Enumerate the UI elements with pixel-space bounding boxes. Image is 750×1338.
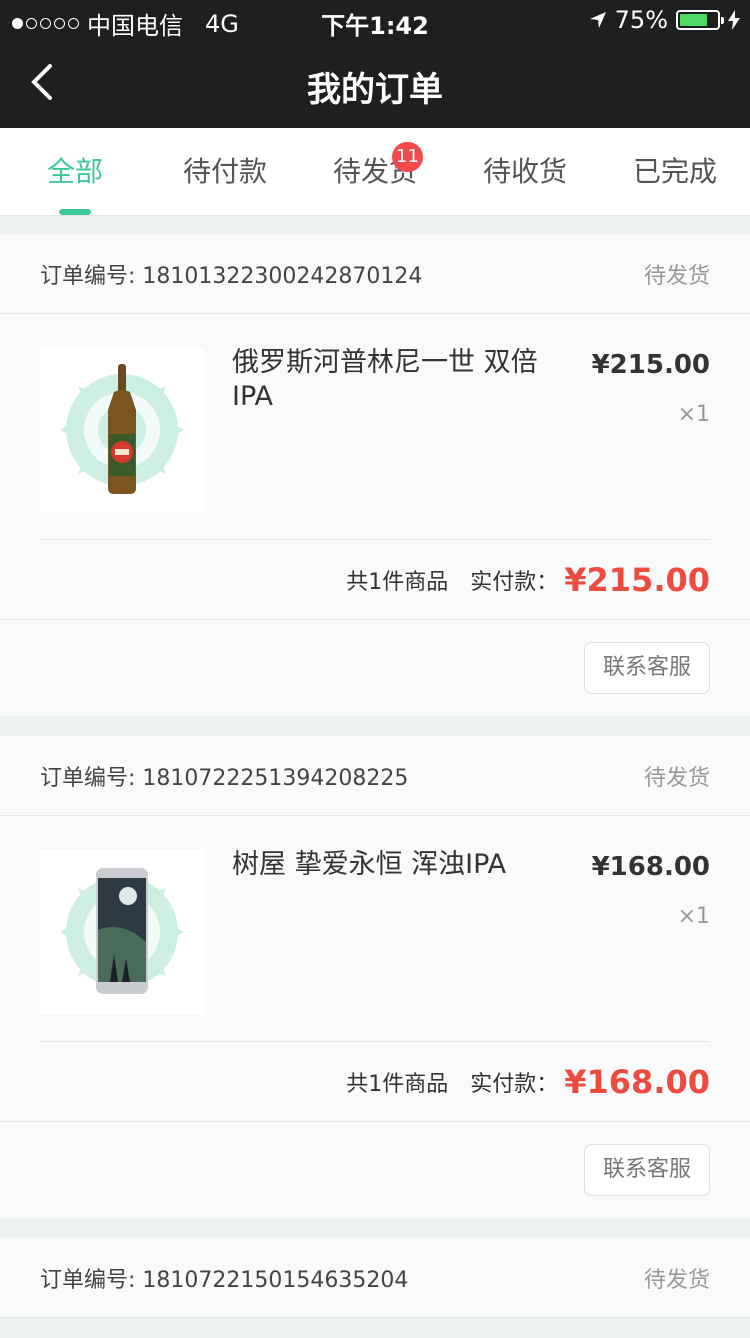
charging-bolt-icon: [728, 10, 740, 30]
page-title: 我的订单: [307, 70, 443, 110]
tab-label: 全部: [46, 155, 103, 188]
order-number: 订单编号: 18101322300242870124: [40, 263, 423, 289]
order-status: 待发货: [643, 765, 710, 791]
contact-service-button[interactable]: 联系客服: [583, 1144, 710, 1196]
order-card: 订单编号: 1810722251394208225 待发货 树屋 挚爱永恒 浑浊…: [0, 736, 750, 1218]
order-summary: 共1件商品 实付款： ¥168.00: [0, 1042, 750, 1122]
tab-completed[interactable]: 已完成: [600, 128, 750, 215]
product-price: ¥168.00: [591, 852, 710, 882]
order-summary: 共1件商品 实付款： ¥215.00: [0, 540, 750, 620]
tab-pending-receipt[interactable]: 待收货: [450, 128, 600, 215]
contact-service-button[interactable]: 联系客服: [583, 642, 710, 694]
product-price: ¥215.00: [591, 350, 710, 380]
product-image: [40, 348, 204, 512]
order-status: 待发货: [643, 1267, 710, 1293]
order-status: 待发货: [643, 263, 710, 289]
order-number: 订单编号: 1810722251394208225: [40, 765, 409, 791]
order-card: 订单编号: 18101322300242870124 待发货 俄罗斯河普林尼一世…: [0, 234, 750, 716]
tab-all[interactable]: 全部: [0, 128, 150, 215]
order-item[interactable]: 树屋 挚爱永恒 浑浊IPA ¥168.00 ×1: [40, 816, 710, 1042]
active-tab-indicator: [59, 209, 91, 215]
product-quantity: ×1: [677, 904, 710, 929]
order-actions: 联系客服: [0, 620, 750, 716]
tab-label: 已完成: [632, 155, 717, 188]
order-header: 订单编号: 1810722251394208225 待发货: [0, 736, 750, 816]
product-name: 树屋 挚爱永恒 浑浊IPA: [232, 849, 507, 880]
order-header: 订单编号: 18101322300242870124 待发货: [0, 234, 750, 314]
product-name: 俄罗斯河普林尼一世 双倍IPA: [232, 347, 538, 412]
battery-percent: 75%: [614, 6, 668, 34]
paid-amount: ¥168.00: [564, 1062, 710, 1101]
tab-pending-shipment[interactable]: 待发货 11: [300, 128, 450, 215]
status-bar: 中国电信 4G 下午1:42 75%: [0, 0, 750, 40]
beer-can-icon: [96, 868, 148, 994]
tab-pending-payment[interactable]: 待付款: [150, 128, 300, 215]
order-actions: 联系客服: [0, 1122, 750, 1218]
paid-label: 实付款：: [470, 1071, 559, 1097]
order-item[interactable]: 俄罗斯河普林尼一世 双倍IPA ¥215.00 ×1: [40, 314, 710, 540]
status-right: 75%: [589, 6, 740, 34]
tab-label: 待付款: [182, 155, 267, 188]
order-tabs: 全部 待付款 待发货 11 待收货 已完成: [0, 128, 750, 216]
count-badge: 11: [392, 142, 423, 172]
product-quantity: ×1: [677, 402, 710, 427]
item-count: 共1件商品: [346, 569, 449, 595]
battery-icon: [676, 10, 724, 30]
location-arrow-icon: [589, 12, 606, 28]
paid-label: 实付款：: [470, 569, 559, 595]
order-list: 订单编号: 18101322300242870124 待发货 俄罗斯河普林尼一世…: [0, 234, 750, 1338]
product-image: [40, 850, 204, 1014]
order-header: 订单编号: 1810722150154635204 待发货: [0, 1238, 750, 1318]
order-number: 订单编号: 1810722150154635204: [40, 1267, 409, 1293]
paid-amount: ¥215.00: [564, 560, 710, 599]
item-count: 共1件商品: [346, 1071, 449, 1097]
tab-label: 待收货: [482, 155, 567, 188]
order-card: 订单编号: 1810722150154635204 待发货: [0, 1238, 750, 1318]
nav-bar: 我的订单: [0, 40, 750, 128]
